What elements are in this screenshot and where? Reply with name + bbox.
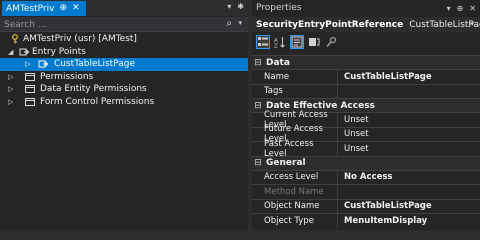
object-name-label: CustTableListPage: [409, 19, 480, 30]
properties-view-button[interactable]: [290, 35, 304, 49]
properties-header: Properties ▾ ⊕ ✕: [252, 0, 480, 16]
category-data[interactable]: ⊟ Data: [252, 55, 480, 69]
folder-icon: [25, 72, 35, 81]
property-grid: ⊟ Data Name CustTableListPage Tags ⊟ Dat…: [252, 55, 480, 228]
collapse-icon[interactable]: ⊟: [252, 101, 264, 111]
property-name: Object Type: [252, 214, 338, 228]
tab-amtestpriv[interactable]: AMTestPriv ⊕ ✕: [2, 1, 86, 16]
properties-title: Properties: [256, 3, 302, 13]
entry-point-icon: [38, 60, 48, 68]
tab-bar-controls: ▾ ✱: [227, 2, 244, 11]
dropdown-icon[interactable]: ▾: [447, 4, 451, 13]
tree-item-data-entity-permissions[interactable]: ▷ Data Entity Permissions: [0, 83, 248, 96]
tree-item-form-control-permissions[interactable]: ▷ Form Control Permissions: [0, 96, 248, 109]
property-name: Object Name: [252, 199, 338, 213]
property-name: Method Name: [252, 185, 338, 199]
property-value[interactable]: Unset: [338, 129, 369, 139]
property-value[interactable]: MenuItemDisplay: [338, 216, 427, 226]
events-button[interactable]: [307, 35, 321, 49]
property-row-object-name[interactable]: Object Name CustTableListPage: [252, 198, 480, 213]
expander-icon[interactable]: ▷: [25, 60, 30, 68]
tree-item-permissions[interactable]: ▷ Permissions: [0, 71, 248, 84]
element-tree: AMTestPriv (usr) [AMTest] ◢ Entry Points…: [0, 33, 248, 108]
folder-icon: [25, 85, 35, 93]
categorized-button[interactable]: [256, 35, 270, 49]
chevron-down-icon[interactable]: ▾: [470, 20, 474, 28]
key-icon: [12, 34, 18, 44]
expander-icon[interactable]: ◢: [8, 48, 13, 56]
tab-title: AMTestPriv: [6, 3, 55, 14]
tree-item-label: AMTestPriv (usr) [AMTest]: [23, 34, 137, 44]
property-row-access-level[interactable]: Access Level No Access: [252, 169, 480, 184]
property-pages-button[interactable]: [324, 35, 338, 49]
solution-pane: AMTestPriv ⊕ ✕ ▾ ✱ ⌕ ▾ AMTestPriv (usr) …: [0, 0, 248, 230]
settings-icon[interactable]: ✱: [237, 2, 244, 11]
search-input[interactable]: [4, 18, 214, 31]
property-value[interactable]: No Access: [338, 172, 392, 182]
tree-item-entry-points[interactable]: ◢ Entry Points: [0, 46, 248, 59]
properties-pane: Properties ▾ ⊕ ✕ SecurityEntryPointRefer…: [252, 0, 480, 230]
collapse-icon[interactable]: ⊟: [252, 158, 264, 168]
tree-item-label: CustTableListPage: [54, 59, 135, 69]
tree-item-custtablelistpage[interactable]: ▷ CustTableListPage: [0, 58, 248, 71]
alphabetical-button[interactable]: A Z: [273, 35, 287, 49]
property-name: Name: [252, 70, 338, 84]
expander-icon[interactable]: ▷: [8, 98, 13, 106]
property-value[interactable]: Unset: [338, 115, 369, 125]
property-value[interactable]: CustTableListPage: [338, 72, 432, 82]
pin-icon[interactable]: ⊕: [59, 4, 67, 13]
properties-toolbar: A Z: [256, 34, 338, 50]
search-options-chevron-icon[interactable]: ▾: [238, 19, 242, 27]
properties-icon: [291, 36, 303, 48]
svg-text:Z: Z: [274, 44, 278, 49]
property-row-object-type[interactable]: Object Type MenuItemDisplay: [252, 213, 480, 228]
search-icon[interactable]: ⌕: [226, 18, 232, 29]
tree-item-label: Data Entity Permissions: [40, 84, 147, 94]
property-name: Access Level: [252, 170, 338, 184]
tree-item-label: Form Control Permissions: [40, 96, 155, 107]
property-value[interactable]: Unset: [338, 144, 369, 154]
tree-item-root[interactable]: AMTestPriv (usr) [AMTest]: [0, 33, 248, 46]
object-type-label: SecurityEntryPointReference: [256, 19, 404, 30]
property-row-name[interactable]: Name CustTableListPage: [252, 69, 480, 84]
properties-header-controls: ▾ ⊕ ✕: [447, 4, 476, 13]
property-name: Past Access Level: [252, 139, 338, 159]
pin-icon[interactable]: ⊕: [457, 4, 464, 13]
search-bar: ⌕ ▾: [0, 17, 248, 32]
category-title: General: [266, 158, 306, 168]
close-icon[interactable]: ✕: [469, 4, 476, 13]
expander-icon[interactable]: ▷: [8, 73, 13, 81]
object-selector[interactable]: SecurityEntryPointReference CustTableLis…: [252, 17, 480, 32]
sort-az-icon: A Z: [274, 37, 285, 49]
events-icon: [309, 38, 320, 46]
property-row-method-name[interactable]: Method Name: [252, 184, 480, 199]
category-general[interactable]: ⊟ General: [252, 155, 480, 170]
close-icon[interactable]: ✕: [72, 4, 80, 13]
expander-icon[interactable]: ▷: [8, 85, 13, 93]
wrench-icon: [326, 36, 337, 48]
property-value[interactable]: CustTableListPage: [338, 201, 432, 211]
left-tab-bar: AMTestPriv ⊕ ✕ ▾ ✱: [0, 0, 248, 16]
entry-point-icon: [19, 48, 29, 55]
folder-icon: [25, 97, 35, 106]
categorized-icon: [258, 37, 268, 46]
category-title: Data: [266, 57, 290, 68]
property-row-past-access-level[interactable]: Past Access Level Unset: [252, 139, 480, 159]
tree-item-label: Permissions: [40, 71, 94, 82]
collapse-icon[interactable]: ⊟: [252, 58, 264, 68]
tree-item-label: Entry Points: [32, 46, 86, 57]
property-name: Tags: [252, 84, 338, 98]
dropdown-icon[interactable]: ▾: [227, 2, 231, 11]
property-row-tags[interactable]: Tags: [252, 83, 480, 98]
